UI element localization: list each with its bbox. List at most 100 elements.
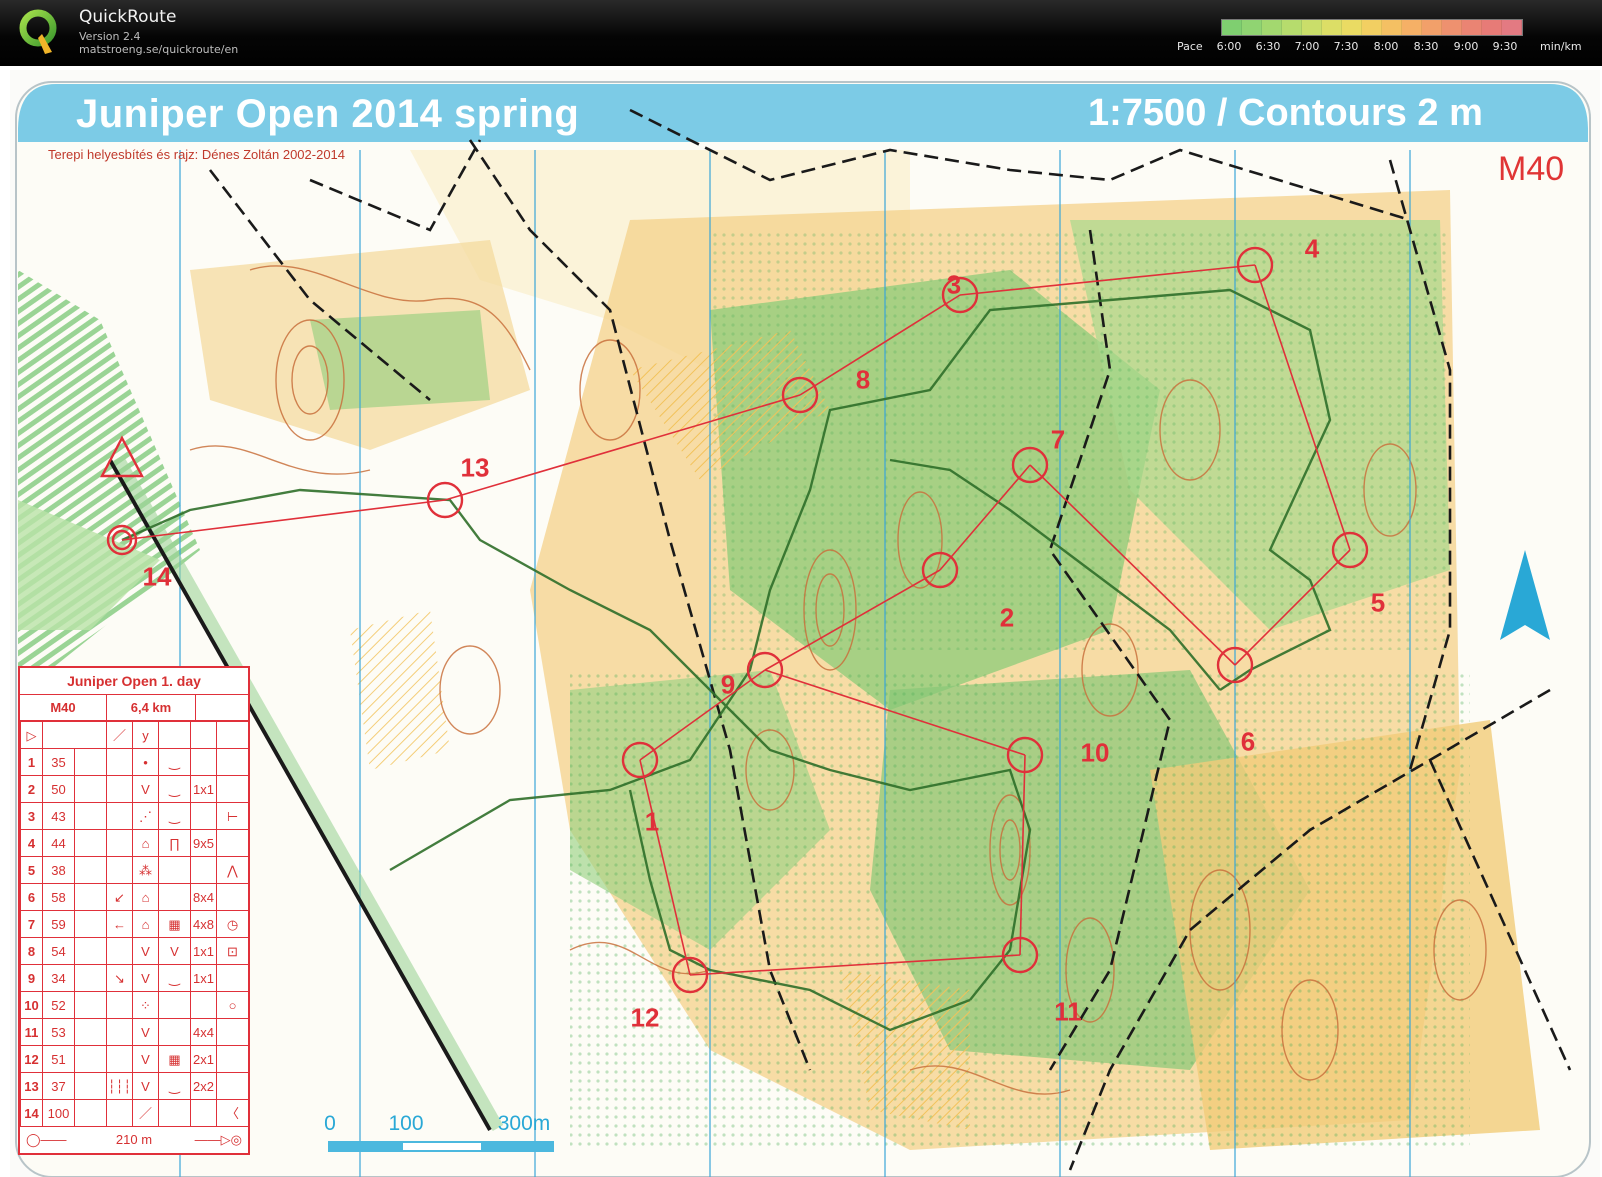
app-name: QuickRoute xyxy=(79,7,177,27)
description-symbol xyxy=(106,991,133,1019)
control-number: 6 xyxy=(1240,726,1256,757)
description-row: 6 58 ↙ ⌂ 8x4 xyxy=(20,883,249,911)
description-row: 8 54 V V 1x1 ⊡ xyxy=(20,937,249,965)
description-symbol: ⁘ xyxy=(132,991,159,1019)
control-number: 5 xyxy=(1370,587,1386,618)
description-symbol xyxy=(216,748,249,776)
finish-circle-icon: ◯—— xyxy=(26,1132,67,1147)
description-symbol xyxy=(106,1099,133,1127)
description-symbol xyxy=(190,1099,217,1127)
description-symbol: V xyxy=(132,937,159,965)
description-symbol xyxy=(190,802,217,830)
description-symbol xyxy=(216,775,249,803)
description-code: 37 xyxy=(42,1072,75,1100)
pace-label: Pace xyxy=(1177,40,1203,53)
description-symbol: ↘ xyxy=(106,964,133,992)
description-empty xyxy=(74,964,107,992)
description-symbol: ⊡ xyxy=(216,937,249,965)
description-symbol: 〈 xyxy=(216,1099,249,1127)
description-symbol: ‿ xyxy=(158,964,191,992)
description-symbol: ‿ xyxy=(158,775,191,803)
description-number: 2 xyxy=(20,775,43,803)
description-code: 35 xyxy=(42,748,75,776)
description-row: 3 43 ⋰ ‿ ⊢ xyxy=(20,802,249,830)
description-symbol: 2x2 xyxy=(190,1072,217,1100)
description-empty xyxy=(74,1018,107,1046)
description-symbol xyxy=(190,991,217,1019)
description-row: 4 44 ⌂ ∏ 9x5 xyxy=(20,829,249,857)
description-symbol: 2x1 xyxy=(190,1045,217,1073)
quickroute-logo-icon xyxy=(19,9,57,54)
description-symbol: ⌂ xyxy=(132,829,159,857)
map-title: Juniper Open 2014 spring xyxy=(76,92,580,136)
description-row: 12 51 V ▦ 2x1 xyxy=(20,1045,249,1073)
description-number: 3 xyxy=(20,802,43,830)
map-scale-title: 1:7500 / Contours 2 m xyxy=(1088,92,1483,134)
description-symbol: ⌂ xyxy=(132,883,159,911)
description-symbol xyxy=(106,775,133,803)
course-length: 6,4 km xyxy=(107,695,196,720)
description-symbol xyxy=(106,856,133,884)
description-number: 10 xyxy=(20,991,43,1019)
description-symbol: 4x8 xyxy=(190,910,217,938)
description-symbol: ‿ xyxy=(158,748,191,776)
pace-tick: 9:00 xyxy=(1453,40,1479,53)
description-symbol xyxy=(106,1018,133,1046)
description-number: 13 xyxy=(20,1072,43,1100)
control-number: 3 xyxy=(946,269,962,300)
description-symbol: ／ xyxy=(132,1099,159,1127)
description-symbol: V xyxy=(132,775,159,803)
description-number: 1 xyxy=(20,748,43,776)
description-empty xyxy=(74,937,107,965)
finish-arrow-icon: ——▷◎ xyxy=(194,1132,242,1147)
scale-label: 0 xyxy=(324,1112,336,1135)
description-empty xyxy=(74,856,107,884)
description-empty xyxy=(74,883,107,911)
description-row: 11 53 V 4x4 xyxy=(20,1018,249,1046)
description-number: 4 xyxy=(20,829,43,857)
pace-color-segment xyxy=(1302,20,1322,35)
app-url[interactable]: matstroeng.se/quickroute/en xyxy=(79,43,238,56)
description-row: 9 34 ↘ V ‿ 1x1 xyxy=(20,964,249,992)
start-triangle-icon: ▷ xyxy=(20,721,43,749)
control-description-sheet: Juniper Open 1. day M40 6,4 km ▷ ／ y 1 35 •… xyxy=(18,666,250,1155)
pace-color-segment xyxy=(1342,20,1362,35)
description-number: 9 xyxy=(20,964,43,992)
description-symbol: ∏ xyxy=(158,829,191,857)
description-symbol: ⊢ xyxy=(216,802,249,830)
description-number: 6 xyxy=(20,883,43,911)
description-symbol: • xyxy=(132,748,159,776)
description-symbol: ⋀ xyxy=(216,856,249,884)
description-symbol: V xyxy=(158,937,191,965)
description-symbol: 1x1 xyxy=(190,775,217,803)
pace-tick: 9:30 xyxy=(1492,40,1518,53)
control-number: 14 xyxy=(142,561,172,592)
description-symbol xyxy=(106,829,133,857)
pace-tick: 6:00 xyxy=(1216,40,1242,53)
pace-tick: 7:30 xyxy=(1333,40,1359,53)
description-number: 12 xyxy=(20,1045,43,1073)
control-number: 4 xyxy=(1304,233,1320,264)
pace-tick: 6:30 xyxy=(1255,40,1281,53)
event-name: Juniper Open 1. day xyxy=(20,668,248,695)
description-symbol: 8x4 xyxy=(190,883,217,911)
description-symbol: 1x1 xyxy=(190,964,217,992)
description-symbol: 9x5 xyxy=(190,829,217,857)
control-number: 9 xyxy=(720,669,736,700)
pace-color-scale xyxy=(1221,19,1523,36)
description-code: 52 xyxy=(42,991,75,1019)
description-symbol xyxy=(158,883,191,911)
description-symbol xyxy=(158,1018,191,1046)
description-symbol: ┆┆┆ xyxy=(106,1072,133,1100)
description-symbol xyxy=(216,883,249,911)
finish-row: ◯—— 210 m ——▷◎ xyxy=(20,1127,248,1153)
description-symbol: V xyxy=(132,1045,159,1073)
map-credit: Terepi helyesbítés és rajz: Dénes Zoltán… xyxy=(48,147,346,162)
description-empty xyxy=(74,910,107,938)
description-code: 53 xyxy=(42,1018,75,1046)
description-symbol xyxy=(216,964,249,992)
pace-color-segment xyxy=(1222,20,1242,35)
description-symbol xyxy=(106,1045,133,1073)
description-empty xyxy=(74,991,107,1019)
description-number: 8 xyxy=(20,937,43,965)
